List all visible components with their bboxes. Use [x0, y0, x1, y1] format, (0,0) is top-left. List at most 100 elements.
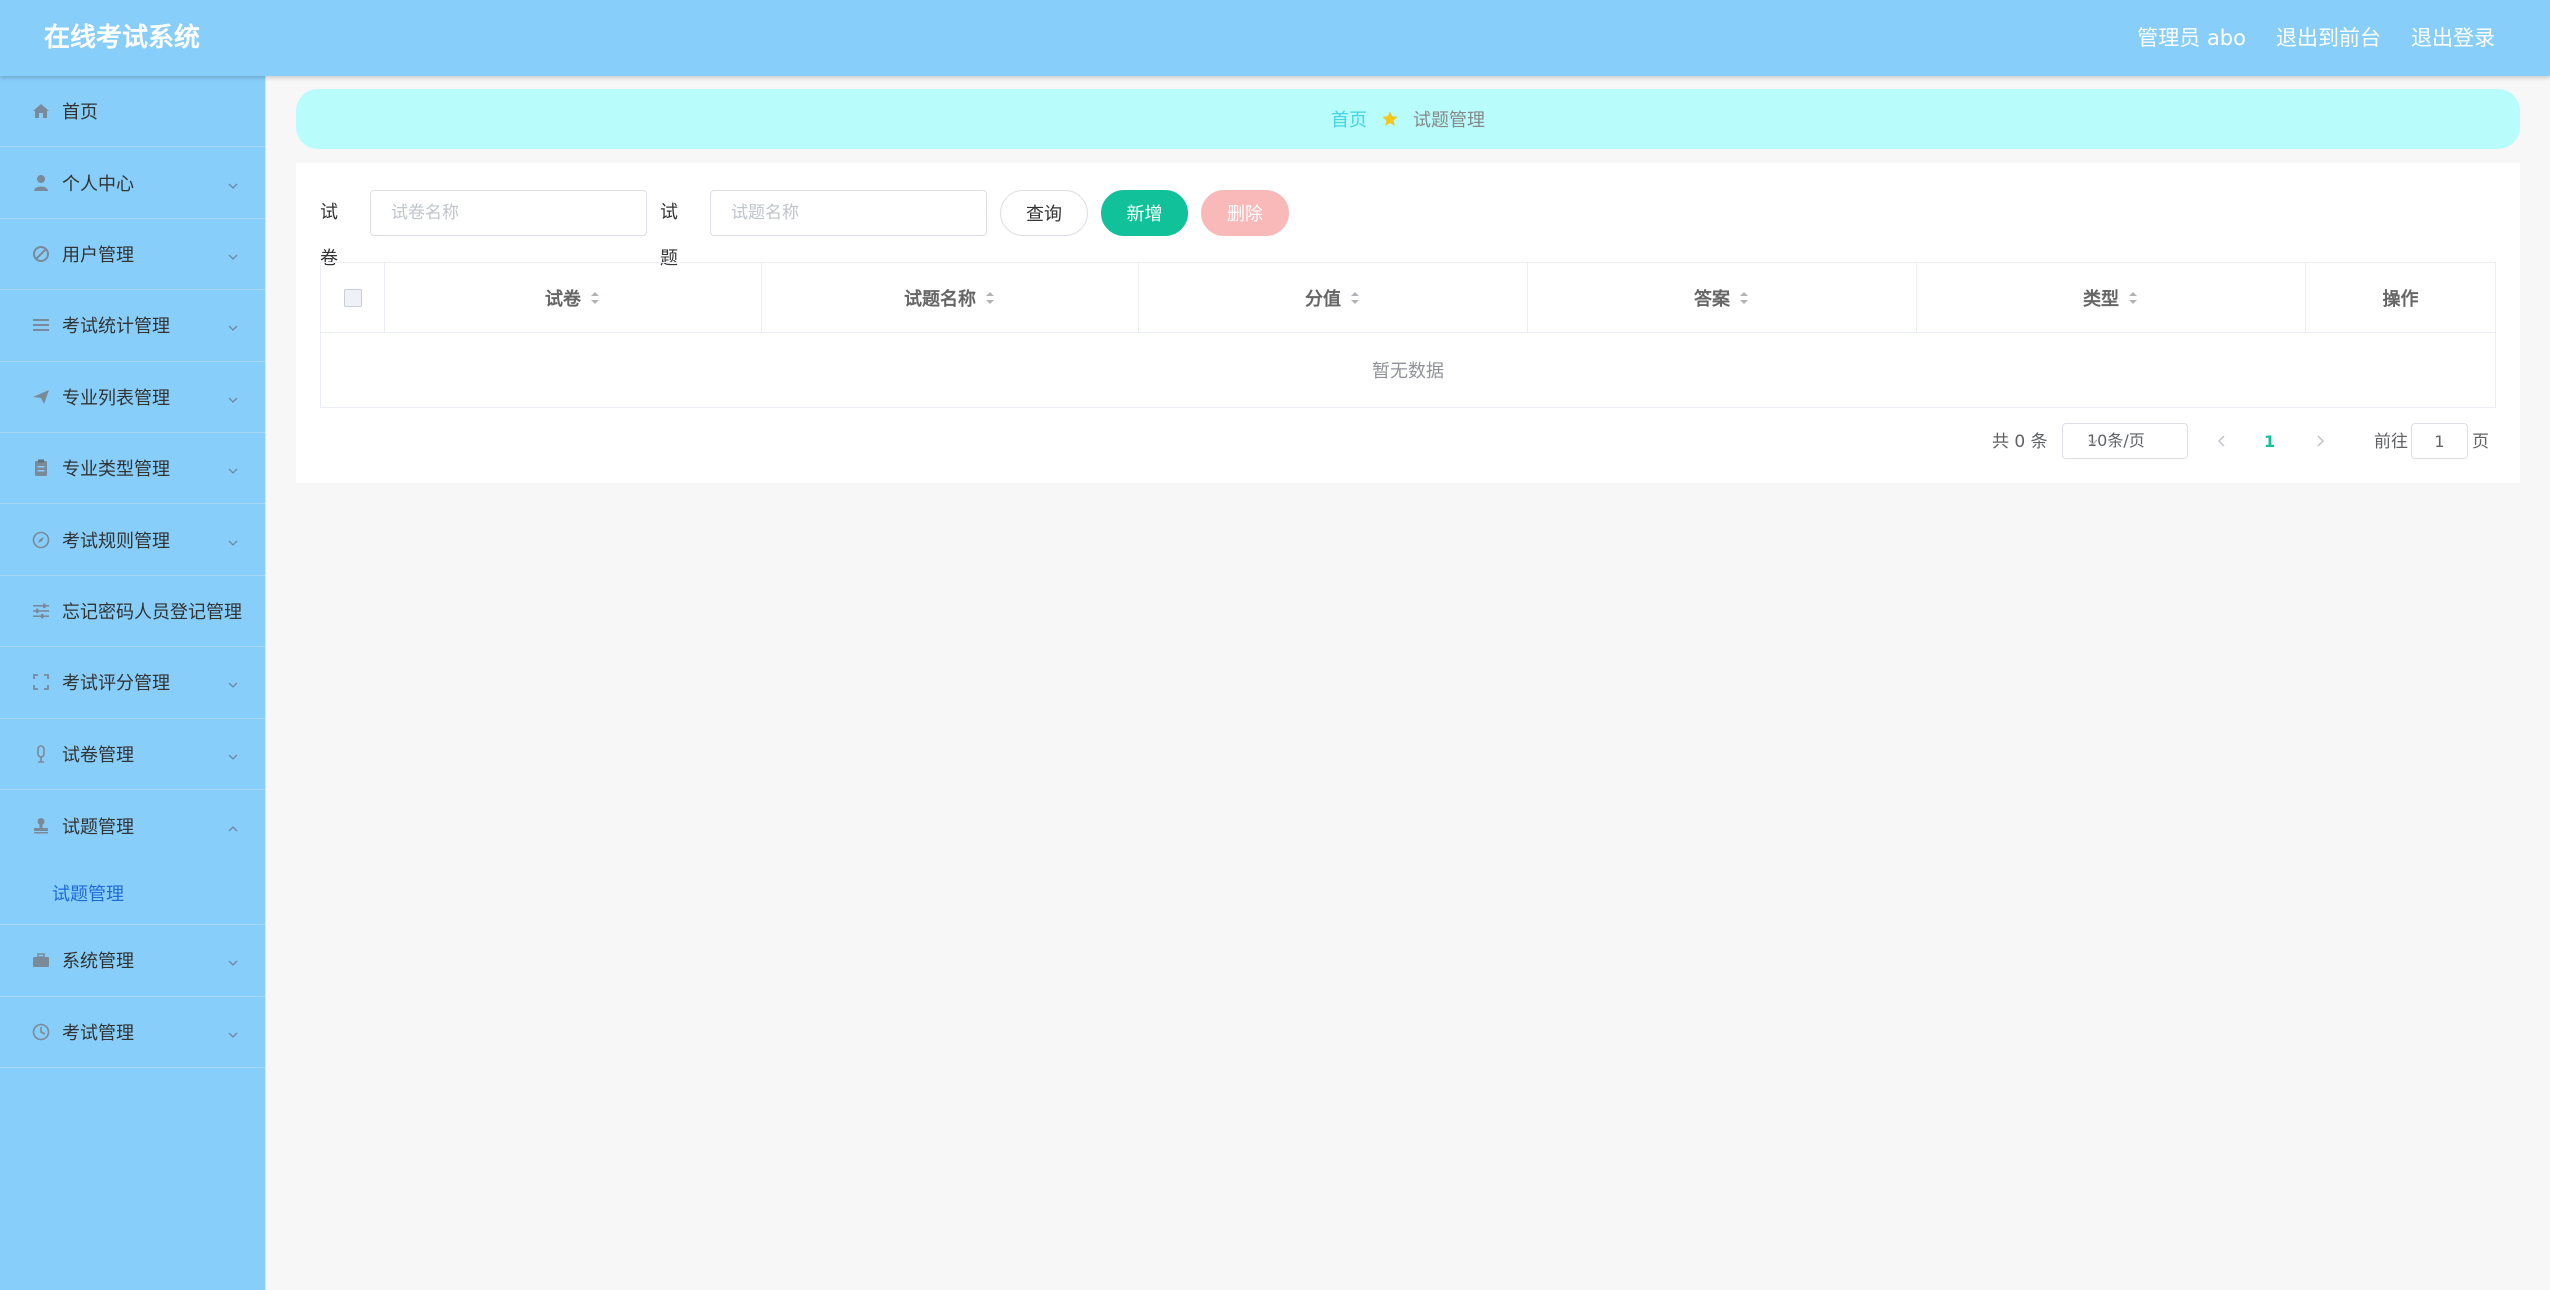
prev-page-button[interactable] [2214, 433, 2230, 449]
chevron-up-icon [227, 820, 239, 832]
sort-icon[interactable] [1738, 289, 1750, 307]
page-size-select[interactable]: 10条/页 [2062, 423, 2188, 459]
exit-to-front-link[interactable]: 退出到前台 [2276, 22, 2381, 54]
column-header-label: 答案 [1694, 289, 1730, 310]
column-header-actions: 操作 [2306, 263, 2495, 333]
sidebar-item-label: 考试规则管理 [62, 530, 170, 552]
home-icon [30, 100, 52, 122]
sidebar-item-major-type[interactable]: 专业类型管理 [0, 433, 265, 505]
submenu-item-question-management[interactable]: 试题管理 [0, 861, 265, 926]
goto-label: 前往 [2374, 432, 2408, 452]
column-header-score[interactable]: 分值 [1139, 263, 1528, 333]
logout-link[interactable]: 退出登录 [2411, 22, 2495, 54]
content-panel: 试卷 试题 查询 新增 删除 试卷 试题名称 分值 答案 [296, 163, 2520, 483]
add-button[interactable]: 新增 [1101, 190, 1188, 236]
breadcrumb-current: 试题管理 [1413, 110, 1485, 131]
star-icon [1381, 110, 1399, 128]
chevron-down-icon [2087, 436, 2099, 448]
chevron-down-icon [227, 954, 239, 967]
submenu-item-label: 试题管理 [52, 883, 124, 905]
table-header: 试卷 试题名称 分值 答案 类型 操作 [321, 263, 2495, 333]
column-header-question-name[interactable]: 试题名称 [762, 263, 1139, 333]
sidebar-item-label: 考试管理 [62, 1022, 134, 1044]
column-header-type[interactable]: 类型 [1917, 263, 2306, 333]
question-label: 试题 [660, 202, 678, 269]
sort-icon[interactable] [1349, 289, 1361, 307]
sidebar-item-label: 试卷管理 [62, 744, 134, 766]
briefcase-icon [30, 949, 52, 971]
chevron-down-icon [227, 1026, 239, 1038]
chevron-down-icon [227, 319, 239, 332]
column-header-label: 类型 [2083, 289, 2119, 310]
delete-button[interactable]: 删除 [1201, 190, 1289, 236]
sidebar-menu: 首页 个人中心 用户管理 考试统计管理 专业列表管理 专业类型管理 考试规则管理… [0, 76, 266, 1290]
sidebar-item-user-management[interactable]: 用户管理 [0, 219, 265, 291]
chevron-down-icon [227, 748, 239, 760]
fullscreen-icon [30, 671, 52, 693]
table-empty-text: 暂无数据 [1372, 361, 1444, 382]
chevron-down-icon [227, 177, 239, 189]
sidebar-item-label: 考试统计管理 [62, 316, 170, 338]
chevron-down-icon [227, 248, 239, 260]
sidebar-item-exam-scoring[interactable]: 考试评分管理 [0, 647, 265, 719]
sidebar-item-label: 系统管理 [62, 951, 134, 973]
pagination-total: 共 0 条 [1992, 432, 2048, 452]
sort-icon[interactable] [589, 289, 601, 307]
column-header-paper[interactable]: 试卷 [385, 263, 762, 333]
current-user-label[interactable]: 管理员 abo [2137, 22, 2246, 54]
column-header-label: 操作 [2382, 289, 2419, 310]
next-page-button[interactable] [2312, 433, 2328, 449]
app-title: 在线考试系统 [44, 23, 201, 53]
goto-page-input[interactable] [2411, 423, 2468, 459]
sidebar-item-forgot-password[interactable]: 忘记密码人员登记管理 [0, 576, 265, 648]
sort-icon[interactable] [2127, 289, 2139, 307]
sidebar-item-system-management[interactable]: 系统管理 [0, 925, 265, 997]
sidebar-item-label: 考试评分管理 [62, 673, 170, 695]
sidebar-item-question-management[interactable]: 试题管理 [0, 790, 265, 861]
sidebar-item-label: 试题管理 [62, 816, 134, 838]
ban-icon [30, 243, 52, 265]
column-header-label: 分值 [1305, 289, 1341, 310]
paper-plane-icon [30, 386, 52, 408]
query-button[interactable]: 查询 [1000, 190, 1088, 236]
paper-name-input[interactable] [370, 190, 647, 236]
sidebar-item-exam-rules[interactable]: 考试规则管理 [0, 504, 265, 576]
chevron-down-icon [227, 462, 239, 475]
clipboard-icon [30, 457, 52, 479]
compass-icon [30, 529, 52, 551]
sidebar-item-label: 用户管理 [62, 244, 134, 266]
sidebar-item-label: 专业类型管理 [62, 459, 170, 481]
breadcrumb-home-link[interactable]: 首页 [1331, 106, 1367, 132]
chevron-down-icon [227, 391, 239, 403]
sidebar-item-label: 个人中心 [62, 173, 134, 195]
sidebar-item-paper-management[interactable]: 试卷管理 [0, 719, 265, 790]
select-all-checkbox[interactable] [343, 289, 362, 307]
column-header-answer[interactable]: 答案 [1528, 263, 1917, 333]
top-navbar: 在线考试系统 管理员 abo 退出到前台 退出登录 [0, 0, 2550, 76]
sidebar-item-label: 首页 [62, 102, 98, 124]
column-header-label: 试题名称 [904, 289, 976, 310]
stamp-icon [30, 815, 52, 837]
sidebar-item-personal-center[interactable]: 个人中心 [0, 147, 265, 219]
user-icon [30, 172, 52, 194]
page-number-current[interactable]: 1 [2264, 423, 2275, 461]
chevron-down-icon [227, 534, 239, 546]
select-all-cell [321, 263, 385, 333]
sidebar-item-exam-statistics[interactable]: 考试统计管理 [0, 290, 265, 362]
paper-label: 试卷 [320, 202, 338, 269]
clock-icon [30, 1021, 52, 1043]
sidebar-item-home[interactable]: 首页 [0, 76, 265, 148]
sidebar-item-exam-management[interactable]: 考试管理 [0, 997, 265, 1069]
question-name-input[interactable] [710, 190, 987, 236]
microphone-icon [30, 743, 52, 765]
question-table: 试卷 试题名称 分值 答案 类型 操作 暂无数据 [320, 262, 2496, 408]
sliders-icon [30, 600, 52, 622]
column-header-label: 试卷 [545, 289, 581, 310]
sort-icon[interactable] [984, 289, 996, 307]
sidebar-item-label: 忘记密码人员登记管理 [62, 601, 242, 623]
sidebar-item-label: 专业列表管理 [62, 387, 170, 409]
header-links: 管理员 abo 退出到前台 退出登录 [2137, 22, 2495, 54]
page-unit-label: 页 [2472, 432, 2489, 452]
sidebar-item-major-list[interactable]: 专业列表管理 [0, 362, 265, 433]
chevron-down-icon [227, 676, 239, 689]
